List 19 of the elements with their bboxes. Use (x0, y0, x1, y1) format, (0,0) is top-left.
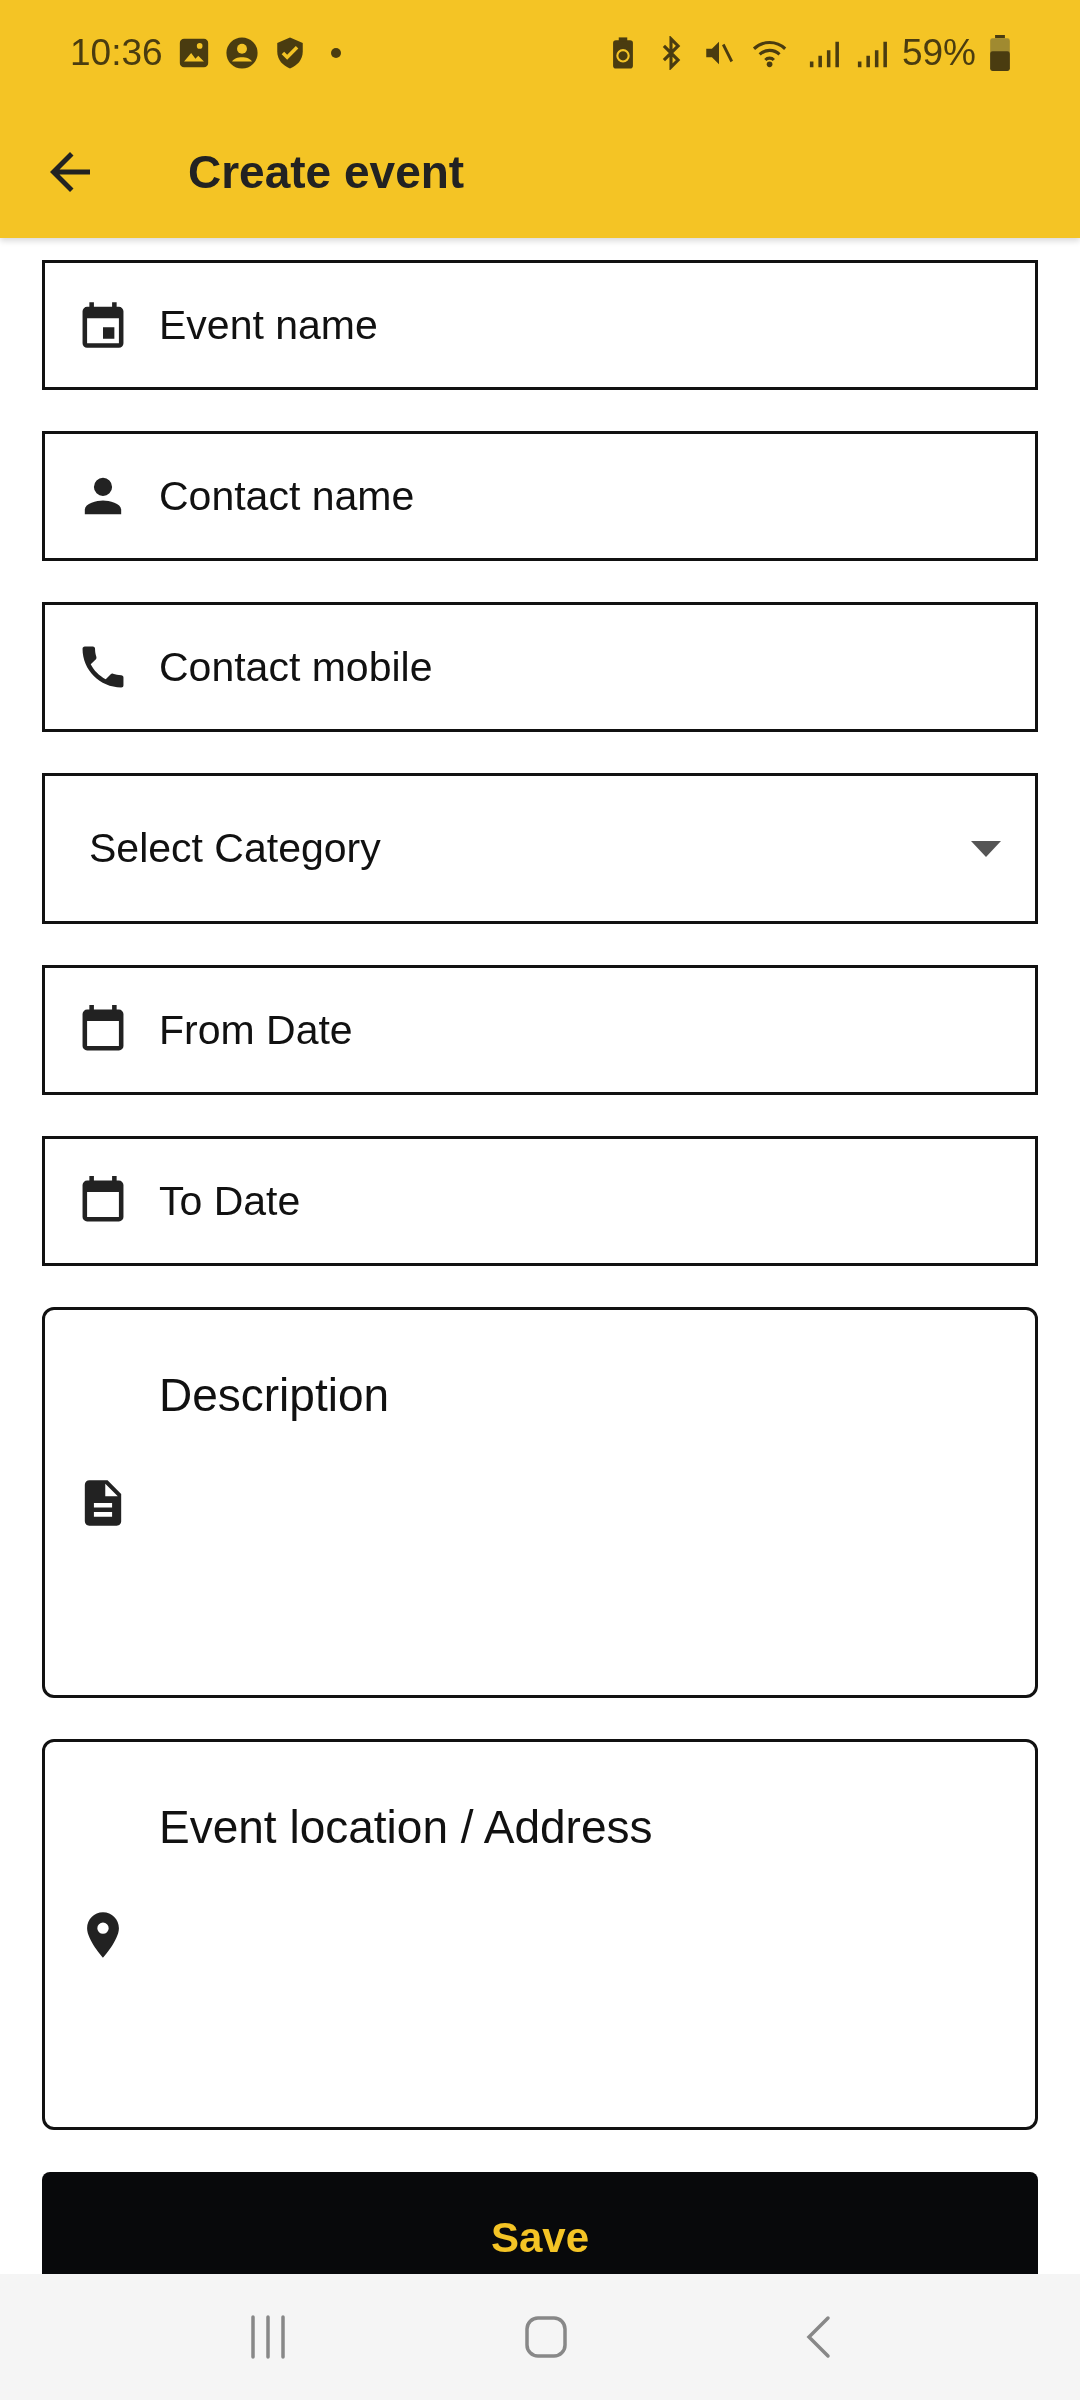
input-field[interactable]: Event name (42, 260, 1038, 390)
category-dropdown[interactable]: Select Category (42, 773, 1038, 924)
text-area[interactable]: Description (42, 1307, 1038, 1698)
dot-icon (330, 48, 341, 58)
screen-title: Create event (188, 145, 465, 199)
text-area[interactable]: Event location / Address (42, 1739, 1038, 2130)
back-nav-button[interactable] (804, 2315, 832, 2359)
status-time: 10:36 (70, 32, 163, 74)
recent-apps-button[interactable] (248, 2315, 288, 2359)
home-button[interactable] (524, 2315, 568, 2359)
input-field[interactable]: To Date (42, 1136, 1038, 1266)
account-icon (224, 36, 259, 70)
save-button[interactable]: Save (42, 2172, 1038, 2274)
battery-percent: 59% (901, 32, 976, 74)
battery-icon (990, 35, 1010, 71)
dropdown-caret-icon (971, 840, 1001, 857)
input-field[interactable]: Contact mobile (42, 602, 1038, 732)
input-field[interactable]: Contact name (42, 431, 1038, 561)
input-field[interactable]: From Date (42, 965, 1038, 1095)
